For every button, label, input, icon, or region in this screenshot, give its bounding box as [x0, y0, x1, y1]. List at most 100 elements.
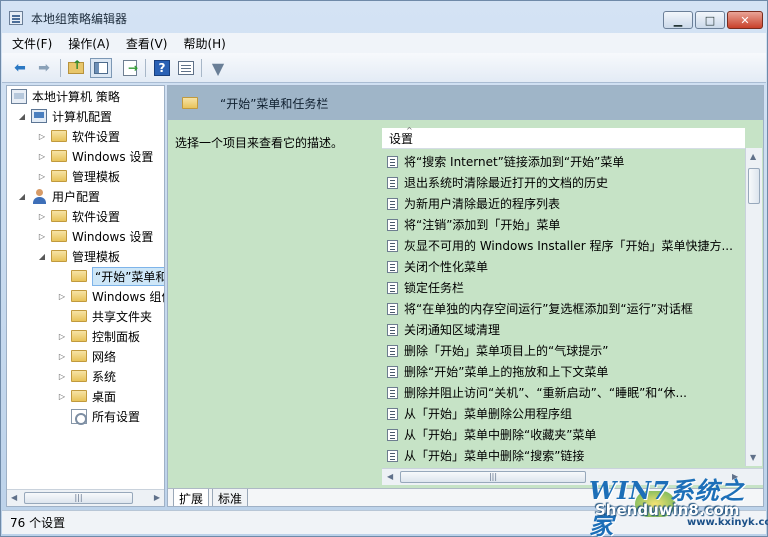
- setting-row[interactable]: 灰显不可用的 Windows Installer 程序「开始」菜单快捷方...: [387, 235, 741, 256]
- policy-setting-icon: [387, 365, 398, 378]
- close-button[interactable]: ✕: [727, 11, 763, 29]
- collapse-arrow-icon[interactable]: ◢: [37, 252, 47, 261]
- scroll-left-icon[interactable]: ◀: [11, 493, 17, 502]
- setting-label: 删除「开始」菜单项目上的“气球提示”: [404, 344, 609, 358]
- policy-setting-icon: [387, 197, 398, 210]
- tree-item-cc-admin[interactable]: ▷ 管理模板: [37, 166, 120, 186]
- setting-row[interactable]: 从「开始」菜单中删除“搜索”链接: [387, 445, 741, 466]
- policy-setting-icon: [387, 407, 398, 420]
- app-window: 本地组策略编辑器 ▁ □ ✕ 文件(F) 操作(A) 查看(V) 帮助(H) ⬅…: [0, 0, 768, 537]
- up-folder-icon[interactable]: [66, 58, 86, 78]
- folder-icon: [51, 170, 67, 182]
- expand-arrow-icon[interactable]: ▷: [57, 292, 67, 301]
- policy-icon: [11, 88, 27, 104]
- menu-view[interactable]: 查看(V): [126, 35, 168, 52]
- tab-standard[interactable]: 标准: [212, 489, 249, 506]
- expand-arrow-icon[interactable]: ▷: [37, 232, 47, 241]
- folder-icon: [51, 130, 67, 142]
- scroll-right-icon[interactable]: ▶: [154, 493, 160, 502]
- setting-row[interactable]: 将“在单独的内存空间运行”复选框添加到“运行”对话框: [387, 298, 741, 319]
- scroll-thumb[interactable]: |||: [24, 492, 133, 504]
- menu-file[interactable]: 文件(F): [12, 35, 52, 52]
- maximize-button[interactable]: □: [695, 11, 725, 29]
- tree-item-user-config[interactable]: ◢ 用户配置: [17, 186, 100, 206]
- expand-arrow-icon[interactable]: ▷: [37, 152, 47, 161]
- tree-item-desktop[interactable]: ▷ 桌面: [57, 386, 116, 406]
- setting-row[interactable]: 将“注销”添加到「开始」菜单: [387, 214, 741, 235]
- help-icon[interactable]: ?: [152, 58, 172, 78]
- setting-row[interactable]: 将“搜索 Internet”链接添加到“开始”菜单: [387, 151, 741, 172]
- view-tabs: 扩展 标准: [168, 488, 763, 506]
- expand-arrow-icon[interactable]: ▷: [37, 212, 47, 221]
- forward-arrow-icon[interactable]: ➡: [34, 58, 54, 78]
- setting-row[interactable]: 关闭通知区域清理: [387, 319, 741, 340]
- tree-horizontal-scrollbar[interactable]: ◀ ||| ▶: [7, 489, 164, 506]
- menu-help[interactable]: 帮助(H): [183, 35, 225, 52]
- policy-setting-icon: [387, 323, 398, 336]
- tree-item-cc-software[interactable]: ▷ 软件设置: [37, 126, 120, 146]
- tree-item-uc-windows[interactable]: ▷ Windows 设置: [37, 226, 153, 246]
- scroll-right-icon[interactable]: ▶: [732, 472, 738, 481]
- expand-arrow-icon[interactable]: ▷: [57, 392, 67, 401]
- navigation-tree[interactable]: 本地计算机 策略 ◢ 计算机配置 ▷ 软件设置 ▷ Windows 设置 ▷ 管…: [6, 85, 165, 507]
- setting-row[interactable]: 从「开始」菜单中删除“收藏夹”菜单: [387, 424, 741, 445]
- export-list-icon[interactable]: [120, 58, 140, 78]
- setting-row[interactable]: 为新用户清除最近的程序列表: [387, 193, 741, 214]
- scroll-thumb[interactable]: [748, 168, 760, 204]
- back-arrow-icon[interactable]: ⬅: [10, 58, 30, 78]
- tree-item-computer-config[interactable]: ◢ 计算机配置: [17, 106, 112, 126]
- tree-item-uc-admin[interactable]: ◢ 管理模板: [37, 246, 120, 266]
- setting-row[interactable]: 删除“开始”菜单上的拖放和上下文菜单: [387, 361, 741, 382]
- setting-row[interactable]: 删除并阻止访问“关机”、“重新启动”、“睡眠”和“休...: [387, 382, 741, 403]
- scroll-down-icon[interactable]: ▼: [750, 453, 756, 462]
- scroll-thumb[interactable]: |||: [400, 471, 586, 483]
- setting-row[interactable]: 锁定任务栏: [387, 277, 741, 298]
- collapse-arrow-icon[interactable]: ◢: [17, 192, 27, 201]
- column-header-setting[interactable]: ^ 设置: [382, 126, 745, 149]
- tree-item-control-panel[interactable]: ▷ 控制面板: [57, 326, 140, 346]
- tree-item-start-menu[interactable]: “开始”菜单和任务栏: [71, 266, 164, 286]
- tree-item-cc-windows[interactable]: ▷ Windows 设置: [37, 146, 153, 166]
- folder-icon: [51, 230, 67, 242]
- properties-icon[interactable]: [176, 58, 196, 78]
- policy-setting-icon: [387, 428, 398, 441]
- expand-arrow-icon[interactable]: ▷: [57, 332, 67, 341]
- setting-row[interactable]: 关闭个性化菜单: [387, 256, 741, 277]
- title-bar[interactable]: 本地组策略编辑器 ▁ □ ✕: [1, 1, 767, 33]
- folder-icon: [182, 97, 198, 109]
- tree-item-system[interactable]: ▷ 系统: [57, 366, 116, 386]
- collapse-arrow-icon[interactable]: ◢: [17, 112, 27, 121]
- settings-horizontal-scrollbar[interactable]: ◀ ||| ▶: [382, 468, 763, 485]
- folder-icon: [71, 350, 87, 362]
- tab-extended[interactable]: 扩展: [173, 489, 210, 506]
- setting-row[interactable]: 从「开始」菜单删除公用程序组: [387, 403, 741, 424]
- show-hide-tree-icon[interactable]: [90, 58, 112, 78]
- settings-list[interactable]: ^ 设置 将“搜索 Internet”链接添加到“开始”菜单 退出系统时清除最近打…: [382, 126, 745, 486]
- window-title: 本地组策略编辑器: [31, 12, 128, 26]
- all-settings-icon: [71, 408, 87, 425]
- settings-vertical-scrollbar[interactable]: ▲ ▼: [745, 148, 762, 466]
- scroll-left-icon[interactable]: ◀: [387, 472, 393, 481]
- setting-label: 从「开始」菜单中删除“搜索”链接: [404, 449, 585, 463]
- filter-icon[interactable]: ▼: [208, 58, 228, 78]
- tree-item-network[interactable]: ▷ 网络: [57, 346, 116, 366]
- setting-label: 关闭通知区域清理: [404, 323, 501, 337]
- menu-action[interactable]: 操作(A): [68, 35, 110, 52]
- expand-arrow-icon[interactable]: ▷: [37, 172, 47, 181]
- setting-label: 为新用户清除最近的程序列表: [404, 197, 561, 211]
- minimize-button[interactable]: ▁: [663, 11, 693, 29]
- status-bar: 76 个设置: [2, 510, 766, 534]
- setting-row[interactable]: 退出系统时清除最近打开的文档的历史: [387, 172, 741, 193]
- scroll-up-icon[interactable]: ▲: [750, 152, 756, 161]
- details-title: “开始”菜单和任务栏: [220, 96, 329, 111]
- tree-item-shared-folders[interactable]: 共享文件夹: [71, 306, 152, 326]
- tree-item-windows-components[interactable]: ▷ Windows 组件: [57, 286, 164, 306]
- expand-arrow-icon[interactable]: ▷: [57, 352, 67, 361]
- expand-arrow-icon[interactable]: ▷: [57, 372, 67, 381]
- tree-item-root[interactable]: 本地计算机 策略: [11, 86, 120, 106]
- setting-label: 将“在单独的内存空间运行”复选框添加到“运行”对话框: [404, 302, 693, 316]
- expand-arrow-icon[interactable]: ▷: [37, 132, 47, 141]
- tree-item-uc-software[interactable]: ▷ 软件设置: [37, 206, 120, 226]
- setting-row[interactable]: 删除「开始」菜单项目上的“气球提示”: [387, 340, 741, 361]
- tree-item-all-settings[interactable]: 所有设置: [71, 406, 140, 426]
